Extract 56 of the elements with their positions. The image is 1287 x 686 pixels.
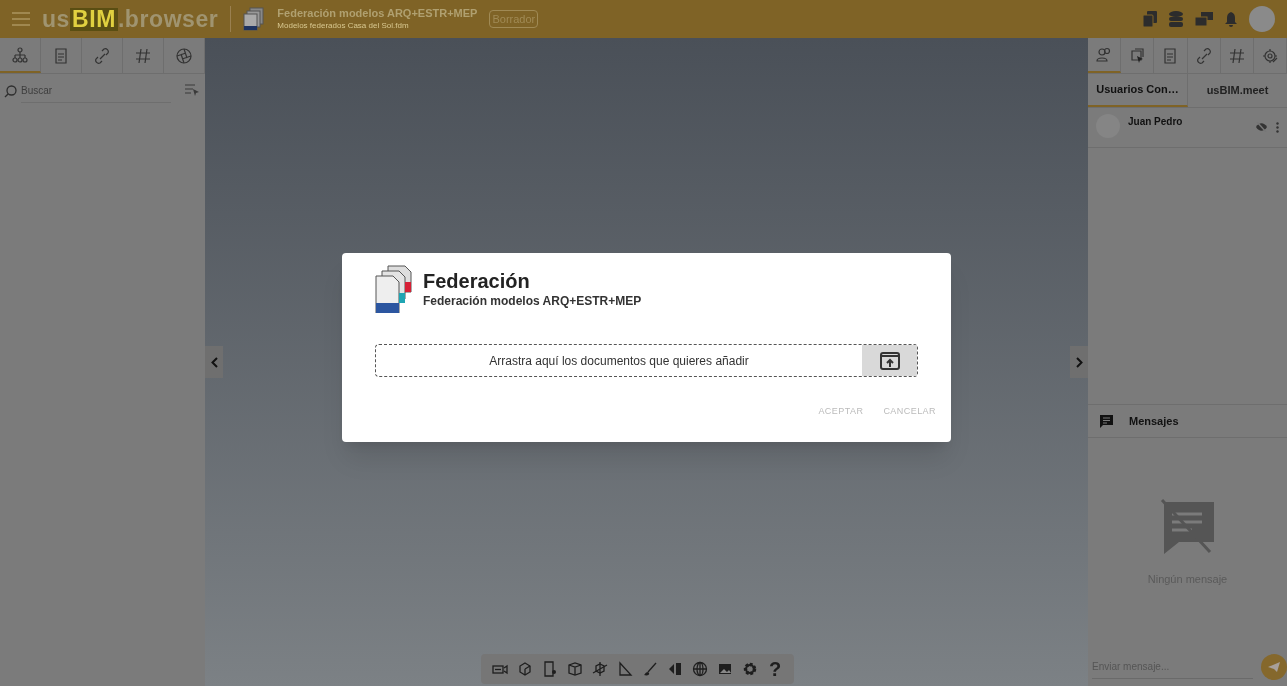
aperture-icon xyxy=(176,47,192,64)
panel-tab[interactable]: usBIM.meet xyxy=(1188,74,1287,107)
chat-icon xyxy=(1100,414,1113,428)
panel-tab[interactable] xyxy=(0,38,41,73)
dialog-title: Federación xyxy=(423,269,531,294)
documents-icon[interactable] xyxy=(1143,11,1157,27)
upload-button[interactable] xyxy=(862,345,917,376)
document-title: Federación modelos ARQ+ESTR+MEP xyxy=(277,7,478,21)
panel-tab[interactable] xyxy=(1088,38,1122,73)
link-icon xyxy=(94,47,110,64)
more-icon[interactable] xyxy=(1276,122,1279,133)
collapse-left-button[interactable] xyxy=(205,346,223,378)
hash-icon xyxy=(1228,47,1245,64)
send-button[interactable] xyxy=(1261,654,1287,680)
collapse-right-button[interactable] xyxy=(1070,346,1088,378)
brush-icon xyxy=(642,661,658,677)
panel-tab[interactable]: Usuarios Con… xyxy=(1088,74,1188,107)
section-icon xyxy=(667,661,683,677)
document-icon xyxy=(1162,47,1179,64)
chevron-right-icon xyxy=(1075,356,1083,368)
hierarchy-icon xyxy=(12,46,28,63)
cursor-window-icon xyxy=(1129,47,1146,64)
bell-icon[interactable] xyxy=(1225,11,1237,27)
upload-icon xyxy=(879,351,900,370)
filter-icon[interactable] xyxy=(185,84,199,96)
dialog-subtitle: Federación modelos ARQ+ESTR+MEP xyxy=(423,294,642,309)
settings-icon xyxy=(742,661,758,677)
documents-icon xyxy=(375,265,415,313)
drop-zone-text: Arrastra aquí los documentos que quieres añadir xyxy=(488,352,750,370)
app-logo[interactable]: usBIM.browser xyxy=(42,7,219,31)
help-button[interactable]: ? xyxy=(764,657,786,681)
search-icon xyxy=(4,84,17,98)
send-icon xyxy=(1268,662,1280,672)
hash-icon xyxy=(135,47,151,64)
cube-icon xyxy=(517,661,533,677)
windows-icon[interactable] xyxy=(1195,12,1213,26)
user-row[interactable]: Juan Pedro xyxy=(1088,108,1287,148)
document-pin-icon xyxy=(542,661,558,677)
globe-icon xyxy=(692,661,708,677)
database-icon[interactable] xyxy=(1169,11,1183,27)
document-subtitle: Modelos federados Casa del Sol.fdm xyxy=(277,20,410,31)
document-icon xyxy=(53,47,69,64)
image-icon xyxy=(717,661,733,677)
no-messages-icon xyxy=(1159,498,1216,555)
link-icon xyxy=(1195,47,1212,64)
search-field[interactable]: Buscar xyxy=(21,79,171,103)
menu-icon[interactable] xyxy=(12,12,30,26)
messages-title: Mensajes xyxy=(1129,413,1179,429)
box-icon xyxy=(567,661,583,677)
drop-zone[interactable]: Arrastra aquí los documentos que quieres añadir xyxy=(375,344,918,377)
user-avatar[interactable] xyxy=(1249,6,1275,32)
axes-cube-icon xyxy=(592,661,608,677)
user-name: Juan Pedro xyxy=(1128,115,1184,129)
documents-icon xyxy=(243,7,266,31)
users-icon xyxy=(1096,46,1113,63)
chevron-left-icon xyxy=(210,356,218,368)
